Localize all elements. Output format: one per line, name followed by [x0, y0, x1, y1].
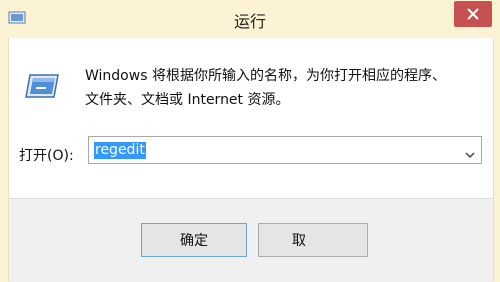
window-title: 运行: [233, 12, 266, 31]
description-line-2: 文件夹、文档或 Internet 资源。: [85, 92, 290, 108]
ok-button[interactable]: 确定: [141, 223, 247, 257]
dialog-body: Windows 将根据你所输入的名称，为你打开相应的程序、 文件夹、文档或 In…: [8, 38, 494, 282]
open-label: 打开(O):: [19, 148, 74, 164]
description-text: Windows 将根据你所输入的名称，为你打开相应的程序、 文件夹、文档或 In…: [85, 64, 485, 112]
title-bar[interactable]: 运行: [0, 0, 500, 38]
run-dialog-icon: [24, 71, 62, 101]
open-input-value[interactable]: regedit: [94, 142, 146, 159]
close-icon: [454, 1, 492, 27]
chevron-down-icon[interactable]: [464, 145, 476, 159]
open-combobox[interactable]: regedit: [88, 136, 482, 164]
cancel-button[interactable]: 取: [258, 223, 368, 257]
button-bar: 确定 取: [9, 198, 493, 282]
description-line-1: Windows 将根据你所输入的名称，为你打开相应的程序、: [85, 68, 446, 84]
close-button[interactable]: [454, 0, 492, 28]
